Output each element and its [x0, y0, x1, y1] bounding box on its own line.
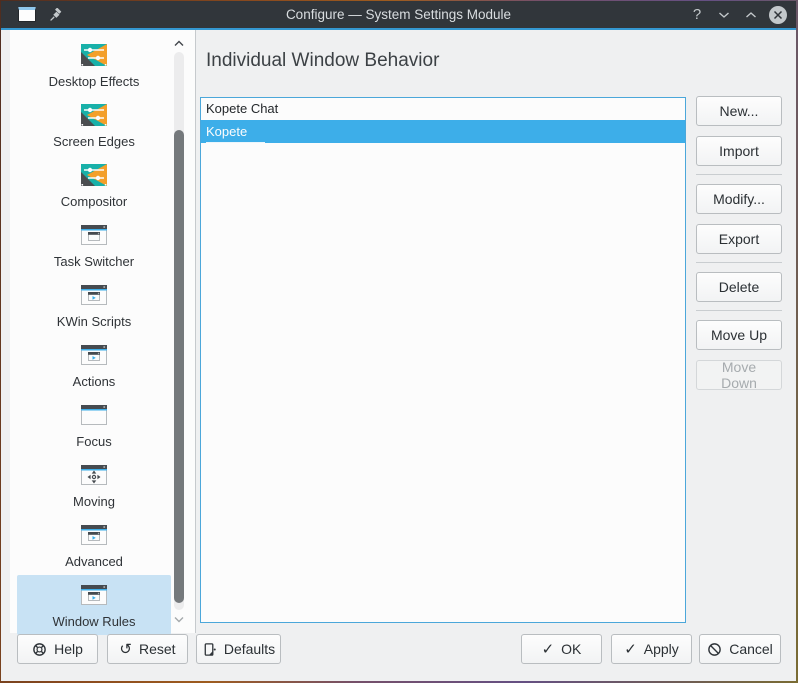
rule-name-edit-text[interactable]: Kopete [206, 122, 265, 143]
document-revert-icon [202, 642, 217, 657]
scroll-up-icon[interactable] [173, 38, 185, 48]
effects-icon [78, 99, 110, 131]
effects-icon [78, 159, 110, 191]
sidebar-item-label: Moving [73, 494, 115, 509]
window-inner-icon [78, 219, 110, 251]
move-up-button[interactable]: Move Up [696, 320, 782, 350]
move-down-button[interactable]: Move Down [696, 360, 782, 390]
sidebar-item-label: Window Rules [52, 614, 135, 629]
sidebar-item-screen-edges[interactable]: Screen Edges [17, 95, 171, 155]
separator [696, 262, 782, 263]
scrollbar-thumb[interactable] [174, 130, 184, 603]
help-button[interactable]: Help [17, 634, 98, 664]
list-item-kopete[interactable]: Kopete [201, 120, 685, 143]
defaults-button[interactable]: Defaults [196, 634, 281, 664]
separator [696, 174, 782, 175]
sidebar-item-focus[interactable]: Focus [17, 395, 171, 455]
titlebar: Configure — System Settings Module ? [1, 1, 796, 28]
sidebar-item-advanced[interactable]: Advanced [17, 515, 171, 575]
cancel-icon [707, 642, 722, 657]
window-play-icon [78, 579, 110, 611]
sidebar-item-label: Screen Edges [53, 134, 135, 149]
export-button[interactable]: Export [696, 224, 782, 254]
check-icon: ✓ [542, 642, 555, 657]
window-play-icon [78, 339, 110, 371]
modify-button[interactable]: Modify... [696, 184, 782, 214]
separator [696, 310, 782, 311]
reset-button-label: Reset [139, 641, 176, 657]
window-title: Configure — System Settings Module [1, 7, 796, 22]
sidebar-item-desktop-effects[interactable]: Desktop Effects [17, 35, 171, 95]
shade-down-icon[interactable] [715, 6, 733, 24]
sidebar-item-label: Focus [76, 434, 111, 449]
scroll-down-icon[interactable] [173, 614, 185, 624]
defaults-button-label: Defaults [224, 641, 275, 657]
help-icon [32, 642, 47, 657]
maximize-up-icon[interactable] [742, 6, 760, 24]
new-button[interactable]: New... [696, 96, 782, 126]
sidebar-item-actions[interactable]: Actions [17, 335, 171, 395]
cancel-button[interactable]: Cancel [699, 634, 781, 664]
configure-dialog-window: Configure — System Settings Module ? Des… [1, 1, 796, 681]
window-menu-icon[interactable] [18, 7, 36, 22]
ok-button[interactable]: ✓ OK [521, 634, 602, 664]
sidebar-item-label: Actions [73, 374, 116, 389]
sidebar-item-task-switcher[interactable]: Task Switcher [17, 215, 171, 275]
sidebar-item-label: Compositor [61, 194, 127, 209]
apply-button-label: Apply [644, 641, 679, 657]
cancel-button-label: Cancel [729, 641, 773, 657]
sidebar-item-label: KWin Scripts [57, 314, 131, 329]
window-rules-list: Kopete Chat Kopete [200, 97, 686, 623]
reset-button[interactable]: ↺ Reset [107, 634, 188, 664]
ok-button-label: OK [561, 641, 581, 657]
page-title: Individual Window Behavior [206, 50, 439, 72]
check-icon: ✓ [624, 642, 637, 657]
close-icon[interactable] [769, 6, 787, 24]
sidebar-scrollbar[interactable] [173, 38, 185, 624]
sidebar-item-window-rules[interactable]: Window Rules [17, 575, 171, 635]
window-play-icon [78, 519, 110, 551]
module-sidebar: Desktop Effects Screen Edges Compositor … [10, 30, 196, 633]
undo-icon: ↺ [119, 642, 132, 657]
window-move-icon [78, 459, 110, 491]
rule-action-buttons: New... Import Modify... Export Delete Mo… [696, 96, 782, 400]
window-plain-icon [78, 399, 110, 431]
sidebar-item-label: Advanced [65, 554, 123, 569]
help-button-label: Help [54, 641, 83, 657]
import-button[interactable]: Import [696, 136, 782, 166]
help-titlebar-button[interactable]: ? [688, 6, 706, 24]
sidebar-item-moving[interactable]: Moving [17, 455, 171, 515]
sidebar-item-label: Desktop Effects [49, 74, 140, 89]
sidebar-item-label: Task Switcher [54, 254, 134, 269]
window-play-icon [78, 279, 110, 311]
list-item-kopete-chat[interactable]: Kopete Chat [201, 98, 685, 120]
apply-button[interactable]: ✓ Apply [611, 634, 692, 664]
effects-icon [78, 39, 110, 71]
sidebar-item-kwin-scripts[interactable]: KWin Scripts [17, 275, 171, 335]
delete-button[interactable]: Delete [696, 272, 782, 302]
pin-icon[interactable] [49, 8, 63, 22]
sidebar-item-compositor[interactable]: Compositor [17, 155, 171, 215]
